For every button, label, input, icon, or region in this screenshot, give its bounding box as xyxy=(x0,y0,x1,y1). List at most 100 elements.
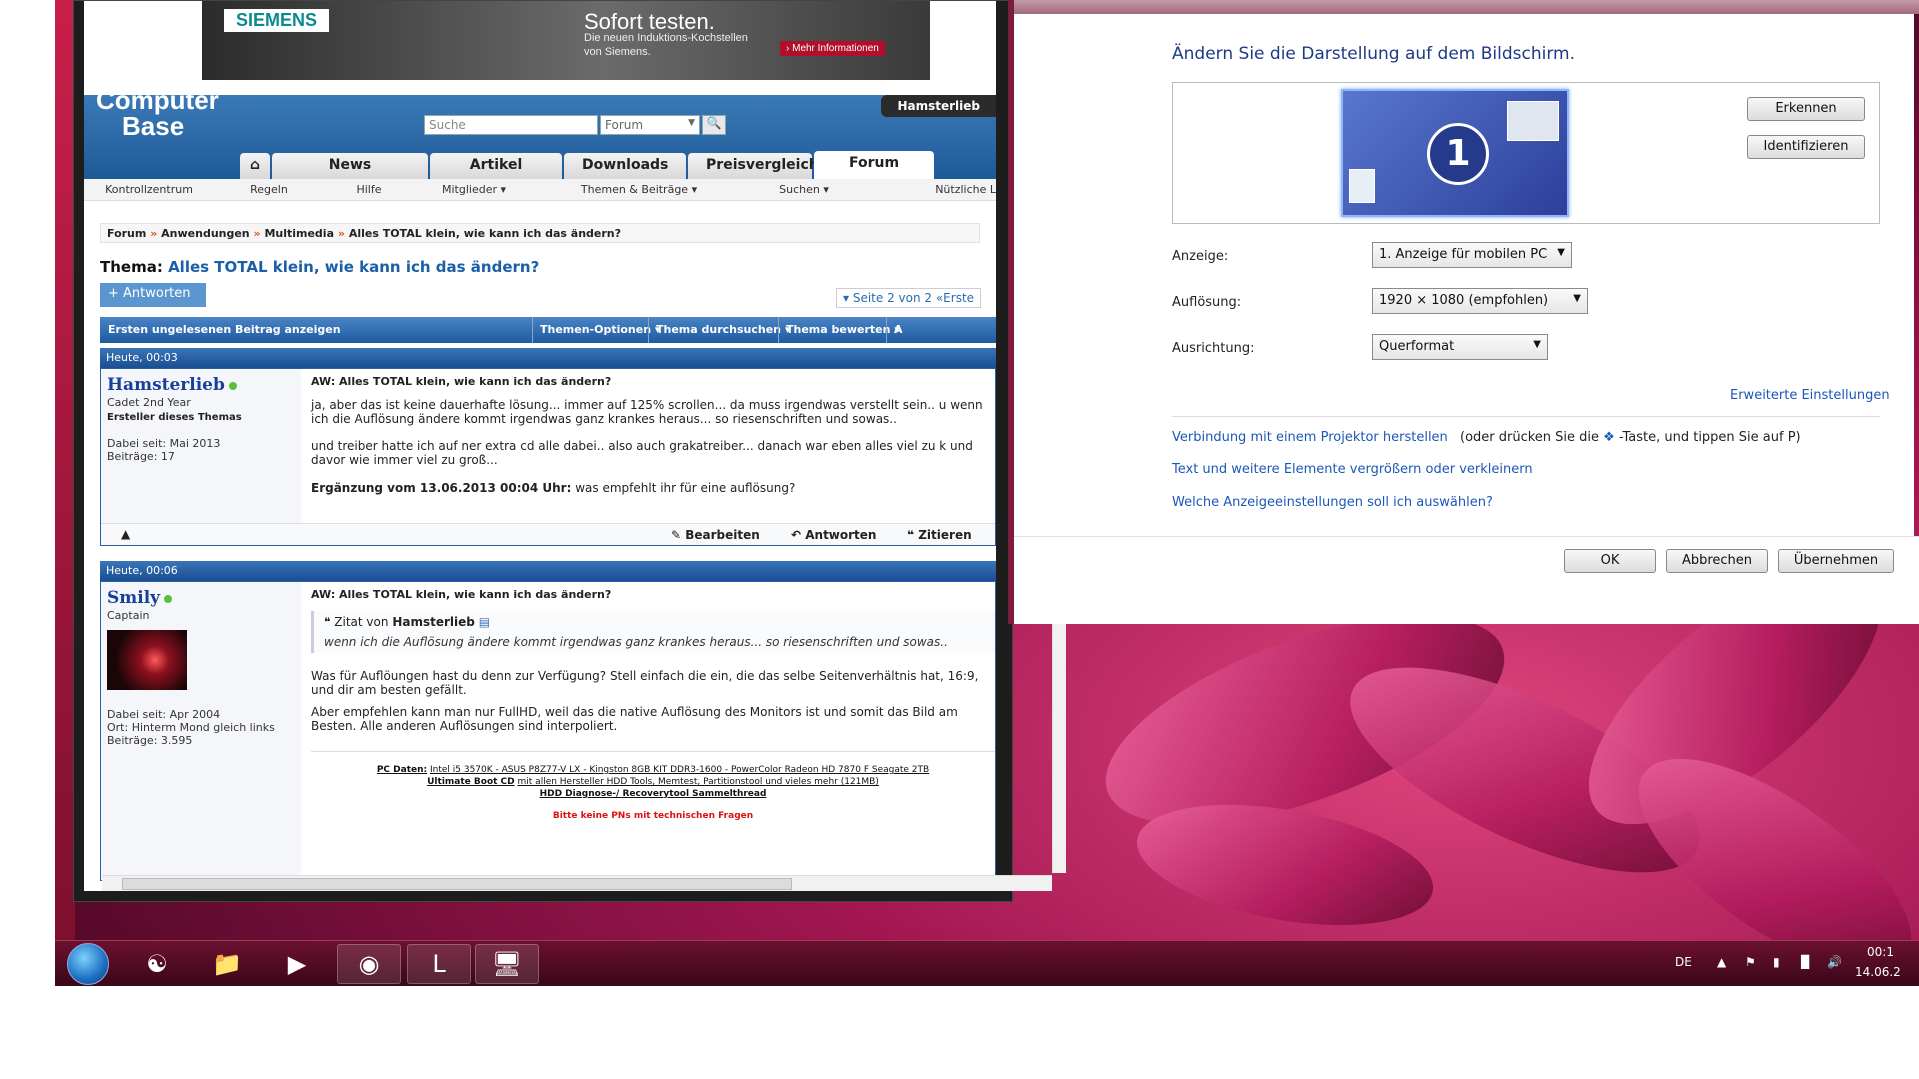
browser-window: SIEMENS Sofort testen. Die neuen Indukti… xyxy=(73,0,1066,902)
help-link[interactable]: Welche Anzeigeeinstellungen soll ich aus… xyxy=(1172,495,1493,510)
ad-subtext: Die neuen Induktions-Kochstellen von Sie… xyxy=(584,32,748,58)
scroll-thumb[interactable] xyxy=(122,878,792,890)
breadcrumb-item[interactable]: Multimedia xyxy=(264,227,334,240)
logo-line2: Base xyxy=(122,111,185,141)
sig-pc-label: PC Daten: xyxy=(376,765,428,775)
clock-date[interactable]: 14.06.2 xyxy=(1855,965,1901,979)
post-author-panel: Smily Captain Dabei seit: Apr 2004 Ort: … xyxy=(101,582,301,880)
volume-icon[interactable]: 🔊 xyxy=(1827,955,1842,969)
projector-hint: (oder drücken Sie die ❖ -Taste, und tipp… xyxy=(1460,430,1801,445)
divider xyxy=(532,317,533,343)
post-supplement: Ergänzung vom 13.06.2013 00:04 Uhr: was … xyxy=(311,481,995,495)
post-author[interactable]: Hamsterlieb xyxy=(107,375,295,395)
post-body: AW: Alles TOTAL klein, wie kann ich das … xyxy=(311,588,995,822)
home-icon[interactable]: ⌂ xyxy=(240,153,271,179)
view-post-icon[interactable]: ▤ xyxy=(479,615,490,629)
author-rank: Cadet 2nd Year xyxy=(107,396,191,409)
post-quote: ❝ Zitat von Hamsterlieb ▤ wenn ich die A… xyxy=(311,611,995,653)
reply-post-button[interactable]: ↶ Antworten xyxy=(791,528,876,542)
tab-preisvergleich[interactable]: Preisvergleich xyxy=(688,153,819,179)
league-launcher-icon[interactable]: L xyxy=(407,944,471,984)
sig-ubcd-link[interactable]: Ultimate Boot CD xyxy=(427,777,515,787)
detect-button[interactable]: Erkennen xyxy=(1747,97,1865,121)
projector-link[interactable]: Verbindung mit einem Projektor herstelle… xyxy=(1172,430,1448,445)
post-paragraph: Aber empfehlen kann man nur FullHD, weil… xyxy=(311,705,958,733)
battery-icon[interactable]: ▮ xyxy=(1773,955,1780,969)
post-paragraph: Was für Auflöungen hast du denn zur Verf… xyxy=(311,669,979,697)
flag-icon[interactable]: ⚑ xyxy=(1745,955,1756,969)
identify-button[interactable]: Identifizieren xyxy=(1747,135,1865,159)
user-menu[interactable]: Hamsterlieb xyxy=(881,95,996,117)
orientation-select[interactable]: Querformat ▼ xyxy=(1372,334,1548,360)
thread-more-menu[interactable]: A xyxy=(894,323,903,336)
author-name: Smily xyxy=(107,588,161,608)
subnav-regeln[interactable]: Regeln xyxy=(214,179,324,200)
post-body: AW: Alles TOTAL klein, wie kann ich das … xyxy=(311,375,995,495)
search-icon[interactable]: 🔍 xyxy=(702,115,726,135)
ok-button[interactable]: OK xyxy=(1564,549,1656,573)
subnav-suchen[interactable]: Suchen ▾ xyxy=(744,179,864,200)
sig-hdd-link[interactable]: HDD Diagnose-/ Recoverytool Sammelthread xyxy=(540,789,767,799)
quote-user[interactable]: Hamsterlieb xyxy=(392,615,475,629)
tab-news[interactable]: News xyxy=(272,153,429,179)
subnav-nuetzliche[interactable]: Nützliche L xyxy=(864,179,996,200)
clock-time[interactable]: 00:1 xyxy=(1867,945,1894,959)
network-icon[interactable]: ▉ xyxy=(1801,955,1810,969)
quote-button[interactable]: ❝ Zitieren xyxy=(907,528,972,542)
subnav-kontrollzentrum[interactable]: Kontrollzentrum xyxy=(84,179,214,200)
divider xyxy=(886,317,887,343)
monitor-1[interactable]: 1 xyxy=(1341,89,1569,217)
search-scope-select[interactable]: Forum ▼ xyxy=(600,115,700,135)
media-player-icon[interactable]: ▶ xyxy=(265,944,329,984)
online-status-icon xyxy=(228,382,237,390)
resolution-select[interactable]: 1920 × 1080 (empfohlen) ▼ xyxy=(1372,288,1588,314)
site-logo[interactable]: Computer Base xyxy=(96,87,219,139)
reply-button[interactable]: + Antworten xyxy=(100,283,206,307)
dialog-footer: OK Abbrechen Übernehmen xyxy=(1014,536,1919,624)
ad-brand: SIEMENS xyxy=(224,9,330,32)
display-select[interactable]: 1. Anzeige für mobilen PC ▼ xyxy=(1372,242,1572,268)
thread-search-menu[interactable]: Thema durchsuchen ▾ xyxy=(656,323,790,336)
post-header: Heute, 00:03 xyxy=(100,348,996,368)
tab-artikel[interactable]: Artikel xyxy=(430,153,563,179)
language-indicator[interactable]: DE xyxy=(1675,955,1692,969)
display-settings-icon[interactable]: 🖥 xyxy=(475,944,539,984)
ad-more-button[interactable]: › Mehr Informationen xyxy=(780,41,885,56)
thread-title[interactable]: Alles TOTAL klein, wie kann ich das ände… xyxy=(168,258,539,276)
avatar[interactable] xyxy=(107,630,187,690)
subnav-themen[interactable]: Themen & Beiträge ▾ xyxy=(534,179,744,200)
breadcrumb-item[interactable]: Forum xyxy=(107,227,146,240)
breadcrumb-item[interactable]: Anwendungen xyxy=(161,227,250,240)
post: Smily Captain Dabei seit: Apr 2004 Ort: … xyxy=(100,581,996,881)
chevron-up-icon[interactable]: ▲ xyxy=(1717,955,1726,969)
edit-button[interactable]: ✎ Bearbeiten xyxy=(671,528,760,542)
thread-rate-menu[interactable]: Thema bewerten ▾ xyxy=(786,323,900,336)
subnav-hilfe[interactable]: Hilfe xyxy=(324,179,414,200)
cancel-button[interactable]: Abbrechen xyxy=(1666,549,1768,573)
horizontal-scrollbar[interactable] xyxy=(102,875,1052,891)
advanced-settings-link[interactable]: Erweiterte Einstellungen xyxy=(1730,388,1890,403)
search-input[interactable]: Suche xyxy=(424,115,598,135)
chrome-icon[interactable]: ◉ xyxy=(337,944,401,984)
explorer-folder-icon[interactable]: 📁 xyxy=(195,944,259,984)
ad-banner[interactable]: SIEMENS Sofort testen. Die neuen Indukti… xyxy=(202,1,930,80)
start-button[interactable] xyxy=(67,943,109,985)
report-icon[interactable]: ▲ xyxy=(121,527,130,541)
post-actions: ▲ ✎ Bearbeiten ↶ Antworten ❝ Zitieren xyxy=(101,523,995,545)
post-time: Heute, 00:03 xyxy=(106,351,178,364)
tab-downloads[interactable]: Downloads xyxy=(564,153,687,179)
post-author[interactable]: Smily xyxy=(107,588,295,608)
tab-forum[interactable]: Forum xyxy=(814,151,935,179)
divider xyxy=(1172,416,1880,417)
internet-explorer-icon[interactable]: ☯ xyxy=(125,944,189,984)
chevron-down-icon: ▼ xyxy=(688,118,695,128)
dialog-titlebar[interactable] xyxy=(1014,0,1919,14)
first-unread-link[interactable]: Ersten ungelesenen Beitrag anzeigen xyxy=(108,323,341,336)
text-size-link[interactable]: Text und weitere Elemente vergrößern ode… xyxy=(1172,462,1533,477)
wallpaper-edge xyxy=(55,0,75,986)
thread-options-menu[interactable]: Themen-Optionen ▾ xyxy=(540,323,660,336)
page-navigation[interactable]: ▾ Seite 2 von 2 «Erste xyxy=(836,288,982,308)
apply-button[interactable]: Übernehmen xyxy=(1778,549,1894,573)
sig-pc-data[interactable]: Intel i5 3570K - ASUS P8Z77-V LX - Kings… xyxy=(430,765,929,775)
subnav-mitglieder[interactable]: Mitglieder ▾ xyxy=(414,179,534,200)
